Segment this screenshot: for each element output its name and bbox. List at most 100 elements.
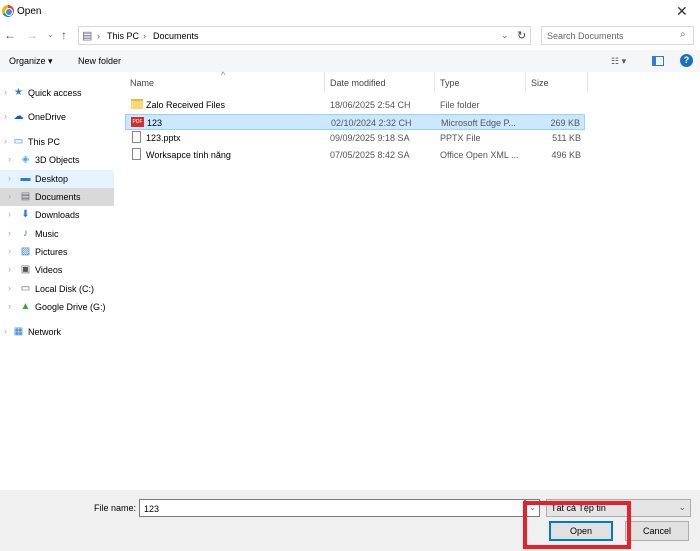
search-input[interactable]: Search Documents ⌕ — [541, 26, 694, 45]
file-date: 07/05/2025 8:42 SA — [330, 149, 410, 160]
expand-chevron-icon[interactable]: › — [8, 246, 11, 256]
file-type: File folder — [440, 100, 480, 110]
view-options-button[interactable]: ☷ ▾ — [611, 56, 626, 67]
sidebar-item-label: OneDrive — [28, 112, 67, 122]
file-type: PPTX File — [440, 133, 481, 143]
column-date[interactable]: Date modified — [330, 78, 386, 88]
sidebar-icon: ▲ — [20, 301, 31, 312]
sidebar-icon: ◈ — [21, 154, 30, 165]
help-icon[interactable]: ? — [680, 54, 693, 67]
file-list: ^ Name Date modified Type Size Zalo Rece… — [115, 70, 700, 490]
chrome-icon — [2, 5, 14, 17]
file-type: Office Open XML ... — [440, 149, 519, 160]
toolbar: Organize ▾ New folder ☷ ▾ ? — [0, 50, 700, 72]
sidebar-item-downloads[interactable]: › ⬇ Downloads — [0, 206, 114, 224]
close-button[interactable]: ✕ — [676, 3, 688, 20]
column-size[interactable]: Size — [531, 78, 549, 88]
documents-icon: ▤ — [82, 30, 93, 42]
expand-chevron-icon[interactable]: › — [8, 301, 11, 311]
sidebar-item-pictures[interactable]: › ▨ Pictures — [0, 243, 114, 261]
sidebar-item-label: Music — [35, 229, 59, 239]
sidebar-item-label: Pictures — [35, 247, 68, 257]
sidebar-item-google-drive-g[interactable]: › ▲ Google Drive (G:) — [0, 298, 114, 316]
sidebar-icon: ▤ — [20, 191, 31, 202]
address-bar[interactable]: ▤ › This PC › Documents ⌄ ↻ — [78, 26, 531, 45]
sidebar-item-label: Desktop — [35, 174, 69, 184]
file-icon — [132, 131, 141, 143]
title-bar: Open ✕ — [0, 0, 700, 24]
sidebar-item-label: Local Disk (C:) — [35, 284, 95, 294]
file-size: 511 KB — [552, 133, 581, 143]
dropdown-icon[interactable]: ⌄ — [501, 30, 509, 41]
search-icon: ⌕ — [680, 29, 686, 40]
preview-pane-icon[interactable] — [652, 56, 664, 66]
chevron-icon: › — [143, 31, 146, 41]
sidebar-item-documents[interactable]: › ▤ Documents — [0, 188, 114, 206]
expand-chevron-icon[interactable]: › — [4, 326, 7, 336]
sidebar-icon: ▬ — [20, 173, 31, 184]
sidebar-item-label: This PC — [28, 137, 61, 147]
column-divider[interactable] — [587, 72, 588, 92]
file-name-label: File name: — [94, 503, 137, 513]
sidebar-item-local-disk-c[interactable]: › ▭ Local Disk (C:) — [0, 280, 114, 298]
breadcrumb-documents[interactable]: Documents — [153, 31, 199, 41]
organize-button[interactable]: Organize ▾ — [9, 56, 53, 67]
expand-chevron-icon[interactable]: › — [8, 173, 11, 183]
expand-chevron-icon[interactable]: › — [4, 111, 7, 121]
expand-chevron-icon[interactable]: › — [8, 191, 11, 201]
column-divider[interactable] — [324, 72, 325, 92]
back-icon[interactable]: ← — [4, 28, 16, 42]
expand-chevron-icon[interactable]: › — [4, 136, 7, 146]
sidebar-item-label: Downloads — [35, 210, 80, 220]
expand-chevron-icon[interactable]: › — [8, 154, 11, 164]
sidebar-item-3d-objects[interactable]: › ◈ 3D Objects — [0, 151, 114, 169]
sidebar-item-label: Google Drive (G:) — [35, 302, 106, 312]
file-size: 496 KB — [551, 149, 581, 160]
sidebar-item-this-pc[interactable]: › ▭ This PC — [0, 133, 114, 151]
highlight-annotation-box — [523, 501, 631, 549]
refresh-icon[interactable]: ↻ — [517, 29, 526, 42]
recent-dropdown-icon[interactable]: ⌄ — [47, 30, 54, 39]
sidebar-item-quick-access[interactable]: › ★ Quick access — [0, 84, 114, 102]
chevron-down-icon: ⌄ — [678, 502, 686, 512]
cancel-button[interactable]: Cancel — [625, 521, 689, 541]
file-name: Worksapce tính năng — [146, 149, 231, 160]
expand-chevron-icon[interactable]: › — [8, 283, 11, 293]
up-icon[interactable]: ↑ — [61, 28, 67, 42]
sidebar-item-onedrive[interactable]: › ☁ OneDrive — [0, 108, 114, 126]
breadcrumb-this-pc[interactable]: This PC — [107, 31, 139, 41]
file-name: 123.pptx — [146, 133, 181, 143]
sidebar-icon: ★ — [14, 87, 23, 98]
column-name[interactable]: Name — [130, 78, 154, 88]
file-row[interactable]: 123.pptx 09/09/2025 9:18 SA PPTX File 51… — [125, 130, 585, 146]
file-row[interactable]: Zalo Received Files 18/06/2025 2:54 CH F… — [125, 97, 585, 113]
document-icon — [132, 147, 141, 160]
sidebar-icon: ⬇ — [21, 209, 30, 220]
sidebar-icon: ▣ — [20, 264, 31, 275]
sidebar-item-network[interactable]: › ▦ Network — [0, 323, 114, 341]
search-placeholder: Search Documents — [547, 31, 624, 41]
expand-chevron-icon[interactable]: › — [8, 264, 11, 274]
pdf-icon: PDF — [131, 116, 144, 127]
expand-chevron-icon[interactable]: › — [4, 87, 7, 97]
file-name-input[interactable]: 123 — [139, 499, 525, 517]
column-divider[interactable] — [525, 72, 526, 92]
file-row[interactable]: PDF 123 02/10/2024 2:32 CH Microsoft Edge… — [125, 113, 585, 130]
sidebar-icon: ▭ — [20, 283, 31, 294]
new-folder-button[interactable]: New folder — [78, 56, 121, 66]
file-date: 18/06/2025 2:54 CH — [330, 100, 411, 110]
sidebar-item-label: Network — [28, 327, 62, 337]
forward-icon[interactable]: → — [26, 28, 38, 42]
sidebar-item-videos[interactable]: › ▣ Videos — [0, 261, 114, 279]
expand-chevron-icon[interactable]: › — [8, 228, 11, 238]
file-row[interactable]: Worksapce tính năng 07/05/2025 8:42 SA O… — [125, 147, 585, 163]
sidebar-item-music[interactable]: › ♪ Music — [0, 225, 114, 243]
sidebar-item-desktop[interactable]: › ▬ Desktop — [0, 170, 114, 188]
sidebar-icon: ♪ — [23, 228, 28, 239]
file-date: 02/10/2024 2:32 CH — [331, 117, 412, 128]
chevron-icon: › — [97, 31, 100, 41]
column-type[interactable]: Type — [440, 78, 460, 88]
sidebar-icon: ☁ — [13, 111, 24, 122]
expand-chevron-icon[interactable]: › — [8, 209, 11, 219]
column-divider[interactable] — [434, 72, 435, 92]
